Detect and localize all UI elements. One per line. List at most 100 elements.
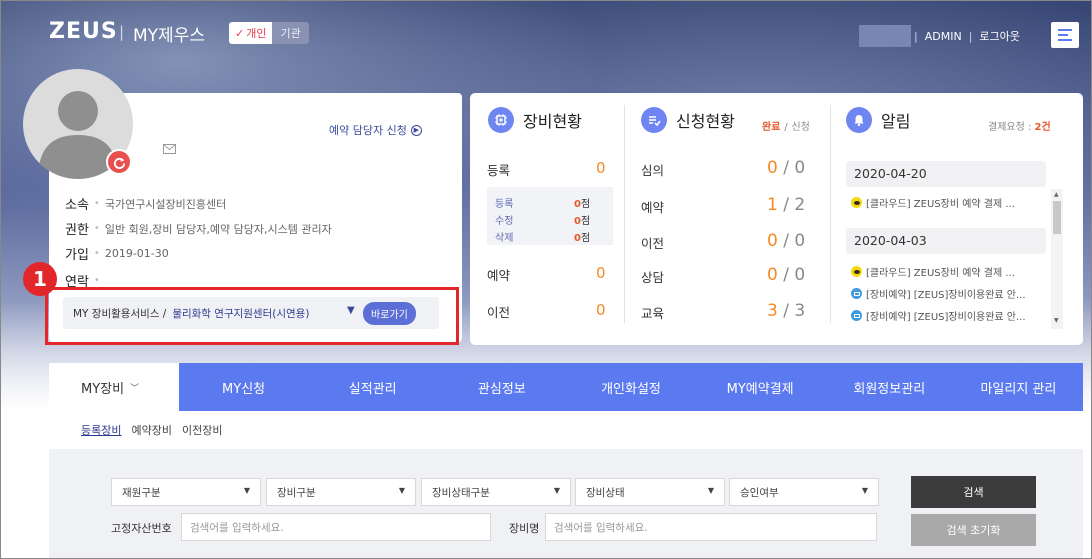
payment-request-count[interactable]: 결제요청 : 2건 — [988, 118, 1051, 133]
request-education-total: 3 — [794, 301, 806, 321]
equipment-state-type-select[interactable]: 장비상태구분 ▼ — [421, 478, 571, 506]
request-reserve-total: 2 — [794, 195, 806, 215]
site-title[interactable]: MY제우스 — [133, 21, 205, 46]
top-bar: ZEUS | MY제우스 ✓ 개인 기관 | ADMIN | 로그아웃 — [1, 1, 1091, 65]
equipment-name-label: 장비명 — [509, 522, 540, 535]
mail-icon — [851, 288, 862, 299]
hamburger-menu-button[interactable] — [1051, 22, 1079, 48]
bullet-dot: • — [93, 248, 100, 259]
equipment-name-input[interactable]: 검색어를 입력하세요. — [545, 513, 877, 541]
request-reserve-ratio[interactable]: 1 / 2 — [767, 195, 805, 215]
zeus-logo[interactable]: ZEUS — [49, 19, 118, 44]
reset-search-button[interactable]: 검색 초기화 — [911, 514, 1036, 546]
sub-registered-value[interactable]: 0점 — [574, 195, 590, 210]
talk-icon — [851, 266, 862, 277]
request-education-done: 3 — [767, 301, 778, 321]
alert-title: 알림 — [881, 112, 911, 131]
tab-interest[interactable]: 관심정보 — [437, 363, 566, 411]
affiliation-value: 국가연구시설장비진흥센터 — [104, 197, 227, 211]
alert-icon-badge — [846, 107, 872, 133]
scroll-thumb[interactable] — [1053, 201, 1061, 234]
reserve-manager-apply-link[interactable]: 예약 담당자 신청 ▶ — [329, 122, 422, 138]
tab-mileage[interactable]: 마일리지 관리 — [954, 363, 1083, 411]
request-review-total: 0 — [794, 158, 806, 178]
affiliation-label: 소속 — [65, 198, 89, 213]
approval-select[interactable]: 승인여부 ▼ — [729, 478, 879, 506]
subtab-transferred[interactable]: 이전장비 — [182, 422, 222, 438]
sub-deleted-label: 삭제 — [495, 233, 514, 244]
toggle-personal-label: 개인 — [246, 27, 267, 40]
alert-item[interactable]: [장비예약] [ZEUS]장비이용완료 안... — [851, 308, 1047, 323]
tab-member-info[interactable]: 회원정보관리 — [825, 363, 954, 411]
refresh-icon — [113, 157, 125, 169]
joined-row: 가입 • 2019-01-30 — [65, 244, 169, 263]
alert-item[interactable]: [클라우드] ZEUS장비 예약 결제 ... — [851, 264, 1047, 279]
bell-icon — [854, 115, 864, 127]
request-transfer-total: 0 — [794, 231, 806, 251]
joined-label: 가입 — [65, 248, 89, 263]
funding-type-value: 재원구분 — [122, 487, 161, 499]
request-transfer-done: 0 — [767, 231, 778, 251]
sub-deleted-value[interactable]: 0점 — [574, 229, 590, 244]
alert-item[interactable]: [클라우드] ZEUS장비 예약 결제 ... — [851, 195, 1047, 210]
main-nav: MY장비 ﹀ MY신청 실적관리 관심정보 개인화설정 MY예약결제 회원정보관… — [49, 363, 1083, 411]
change-photo-button[interactable] — [106, 149, 132, 175]
link-separator: | — [914, 29, 918, 43]
talk-icon — [851, 197, 862, 208]
equipment-transfer-count[interactable]: 0 — [596, 301, 606, 319]
equipment-state-select[interactable]: 장비상태 ▼ — [575, 478, 725, 506]
request-consult-ratio[interactable]: 0 / 0 — [767, 265, 805, 285]
column-divider — [830, 105, 831, 323]
ratio-slash: / — [783, 301, 789, 321]
admin-link[interactable]: ADMIN — [925, 30, 962, 43]
alert-scrollbar[interactable]: ▲ ▼ — [1051, 189, 1063, 329]
request-review-ratio[interactable]: 0 / 0 — [767, 158, 805, 178]
sub-registered-label: 등록 — [495, 199, 514, 210]
search-button[interactable]: 검색 — [911, 476, 1036, 508]
chevron-down-icon: ﹀ — [130, 383, 140, 394]
logo-separator: | — [119, 23, 125, 41]
request-transfer-ratio[interactable]: 0 / 0 — [767, 231, 805, 251]
top-links: | ADMIN | 로그아웃 — [914, 28, 1020, 44]
request-education-ratio[interactable]: 3 / 3 — [767, 301, 805, 321]
equipment-status-title: 장비현황 — [523, 112, 582, 131]
alert-item-text: [클라우드] ZEUS장비 예약 결제 ... — [866, 199, 1015, 210]
funding-type-select[interactable]: 재원구분 ▼ — [111, 478, 261, 506]
tab-personalization[interactable]: 개인화설정 — [566, 363, 695, 411]
equipment-registered-count[interactable]: 0 — [596, 159, 606, 177]
select-arrow-icon: ▼ — [243, 486, 250, 495]
request-consult-done: 0 — [767, 265, 778, 285]
joined-value: 2019-01-30 — [104, 247, 169, 260]
account-type-toggle[interactable]: ✓ 개인 기관 — [229, 22, 309, 44]
sub-modified-unit: 점 — [580, 216, 591, 227]
equipment-state-value: 장비상태 — [586, 487, 625, 499]
scroll-down-icon[interactable]: ▼ — [1054, 317, 1059, 324]
equipment-reserve-count[interactable]: 0 — [596, 264, 606, 282]
equipment-transfer-label: 이전 — [487, 305, 511, 320]
envelope-icon[interactable] — [163, 144, 176, 154]
equipment-reserve-label: 예약 — [487, 268, 511, 283]
request-reserve-label: 예약 — [641, 200, 665, 215]
sub-modified-label: 수정 — [495, 216, 514, 227]
sub-modified-value[interactable]: 0점 — [574, 212, 590, 227]
asset-number-input[interactable]: 검색어를 입력하세요. — [181, 513, 491, 541]
scroll-up-icon[interactable]: ▲ — [1054, 191, 1059, 198]
subtab-reserved[interactable]: 예약장비 — [131, 422, 171, 438]
logout-link[interactable]: 로그아웃 — [979, 28, 1019, 44]
subtab-registered[interactable]: 등록장비 — [81, 422, 121, 438]
toggle-personal[interactable]: ✓ 개인 — [229, 22, 273, 44]
tab-performance[interactable]: 실적관리 — [308, 363, 437, 411]
tab-my-request[interactable]: MY신청 — [179, 363, 308, 411]
equipment-type-select[interactable]: 장비구분 ▼ — [266, 478, 416, 506]
apply-legend: 신청 — [791, 122, 810, 133]
hamburger-icon — [1058, 29, 1072, 41]
toggle-org[interactable]: 기관 — [272, 22, 309, 44]
column-divider — [624, 105, 625, 323]
payment-request-label: 결제요청 : — [988, 122, 1032, 133]
role-label: 권한 — [65, 223, 89, 238]
alert-item[interactable]: [장비예약] [ZEUS]장비이용완료 안... — [851, 286, 1047, 301]
equipment-type-value: 장비구분 — [277, 487, 316, 499]
approval-value: 승인여부 — [740, 487, 779, 499]
tab-my-reservation-payment[interactable]: MY예약결제 — [696, 363, 825, 411]
tab-my-equipment[interactable]: MY장비 ﹀ — [49, 363, 179, 411]
